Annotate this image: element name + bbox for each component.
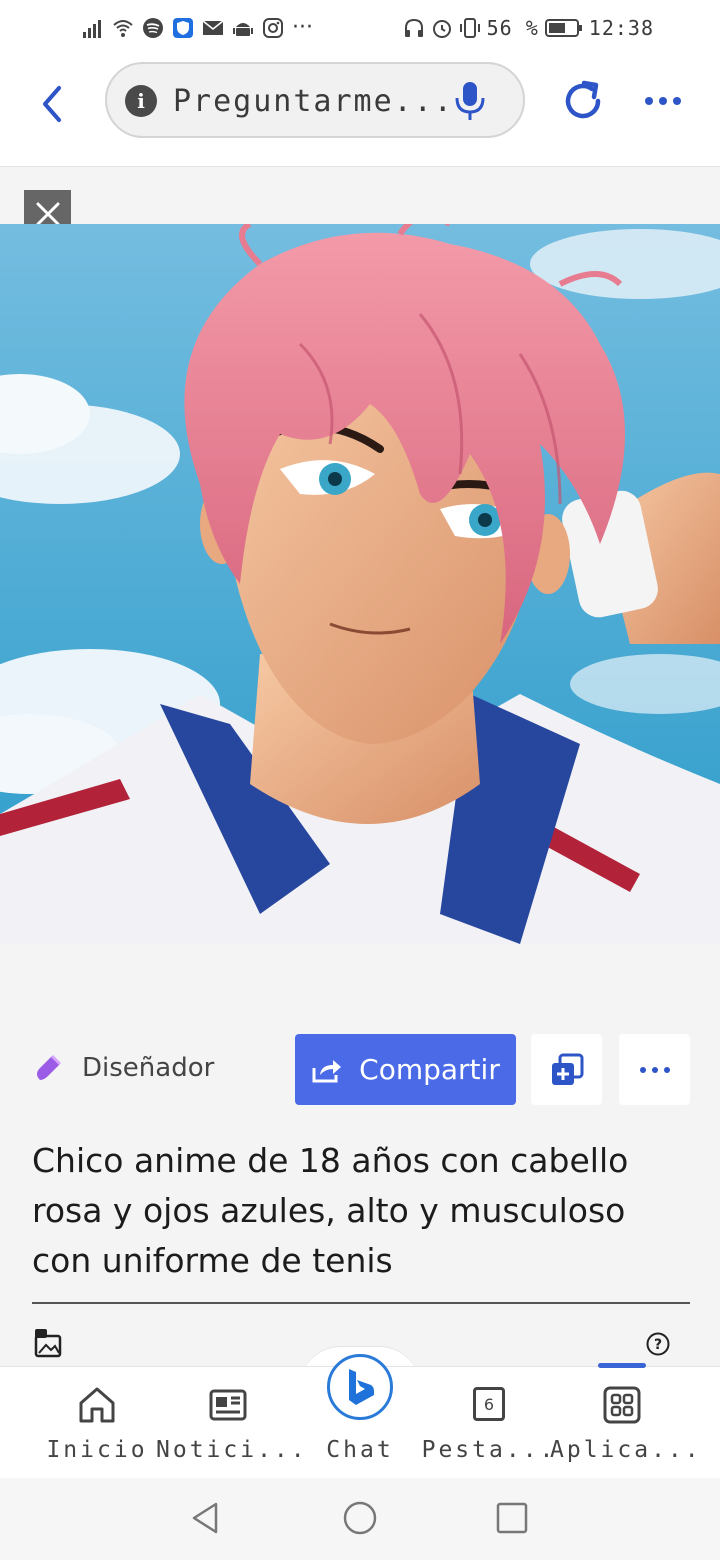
creator-label: Diseñador	[82, 1053, 215, 1083]
system-navigation-bar	[0, 1478, 720, 1560]
search-bar[interactable]: i Preguntarme...	[105, 62, 525, 138]
image-gallery-icon[interactable]	[34, 1328, 62, 1358]
close-icon	[36, 202, 59, 225]
clock: 12:38	[588, 16, 654, 40]
microphone-icon[interactable]	[451, 80, 489, 122]
news-icon	[209, 1389, 247, 1421]
reload-icon[interactable]	[558, 76, 608, 126]
home-icon	[79, 1387, 115, 1423]
browser-toolbar: i Preguntarme...	[0, 56, 720, 167]
status-right-icons: 56 % 12:38	[403, 14, 654, 42]
share-label: Compartir	[359, 1053, 500, 1086]
nav-home-label: Inicio	[46, 1437, 148, 1463]
help-icon[interactable]: ?	[646, 1332, 670, 1356]
battery-icon	[544, 17, 583, 39]
nav-apps[interactable]: Aplica...	[550, 1367, 702, 1479]
shield-icon	[172, 17, 194, 39]
bing-logo-icon	[349, 1369, 374, 1405]
nav-news[interactable]: Notici...	[156, 1367, 308, 1479]
mail-icon	[202, 17, 224, 39]
share-icon	[312, 1059, 342, 1082]
designer-icon	[37, 1054, 62, 1080]
alarm-icon	[431, 17, 453, 39]
active-tab-indicator	[598, 1363, 646, 1368]
nav-home[interactable]: Inicio	[25, 1367, 169, 1479]
info-icon[interactable]: i	[125, 85, 157, 117]
bing-chat-icon[interactable]	[327, 1354, 393, 1420]
image-prompt-text: Chico anime de 18 años con cabello rosa …	[32, 1141, 629, 1280]
nav-tabs[interactable]: 6 Pesta...	[417, 1367, 561, 1479]
dot	[651, 1066, 658, 1073]
nav-apps-label: Aplica...	[550, 1437, 702, 1463]
more-dots-icon: ···	[292, 15, 313, 40]
signal-icon	[82, 17, 104, 39]
image-more-options-button[interactable]	[619, 1034, 690, 1105]
android-icon	[232, 17, 254, 39]
status-bar: ··· 56 % 12:38	[0, 0, 720, 56]
divider	[32, 1302, 690, 1304]
status-left-icons: ···	[82, 14, 313, 42]
spotify-icon	[142, 17, 164, 39]
dot	[673, 97, 681, 105]
nav-news-label: Notici...	[156, 1437, 308, 1463]
add-to-collection-button[interactable]	[531, 1034, 602, 1105]
svg-text:?: ?	[654, 1337, 662, 1353]
tabs-icon: 6	[473, 1387, 505, 1421]
dot	[645, 97, 653, 105]
search-placeholder[interactable]: Preguntarme...	[173, 84, 454, 119]
system-back-icon[interactable]	[188, 1500, 224, 1536]
headphones-icon	[403, 17, 425, 39]
dot	[659, 97, 667, 105]
creator-info: Diseñador	[32, 1052, 214, 1084]
dot	[663, 1066, 670, 1073]
system-home-icon[interactable]	[342, 1500, 378, 1536]
tabs-count: 6	[483, 1394, 495, 1414]
nav-tabs-label: Pesta...	[421, 1437, 557, 1463]
system-recents-icon[interactable]	[494, 1500, 530, 1536]
more-options-button[interactable]	[640, 86, 686, 116]
chevron-left-icon	[43, 86, 61, 122]
share-button[interactable]: Compartir	[295, 1034, 516, 1105]
dot	[639, 1066, 646, 1073]
apps-icon	[603, 1386, 641, 1424]
add-collection-icon	[551, 1053, 583, 1085]
nav-chat-label: Chat	[326, 1437, 394, 1463]
vibrate-icon	[459, 17, 481, 39]
instagram-icon	[262, 17, 284, 39]
battery-percent: 56 %	[486, 16, 539, 40]
back-button[interactable]	[28, 80, 76, 128]
wifi-icon	[112, 17, 134, 39]
generated-anime-image[interactable]	[0, 224, 720, 944]
